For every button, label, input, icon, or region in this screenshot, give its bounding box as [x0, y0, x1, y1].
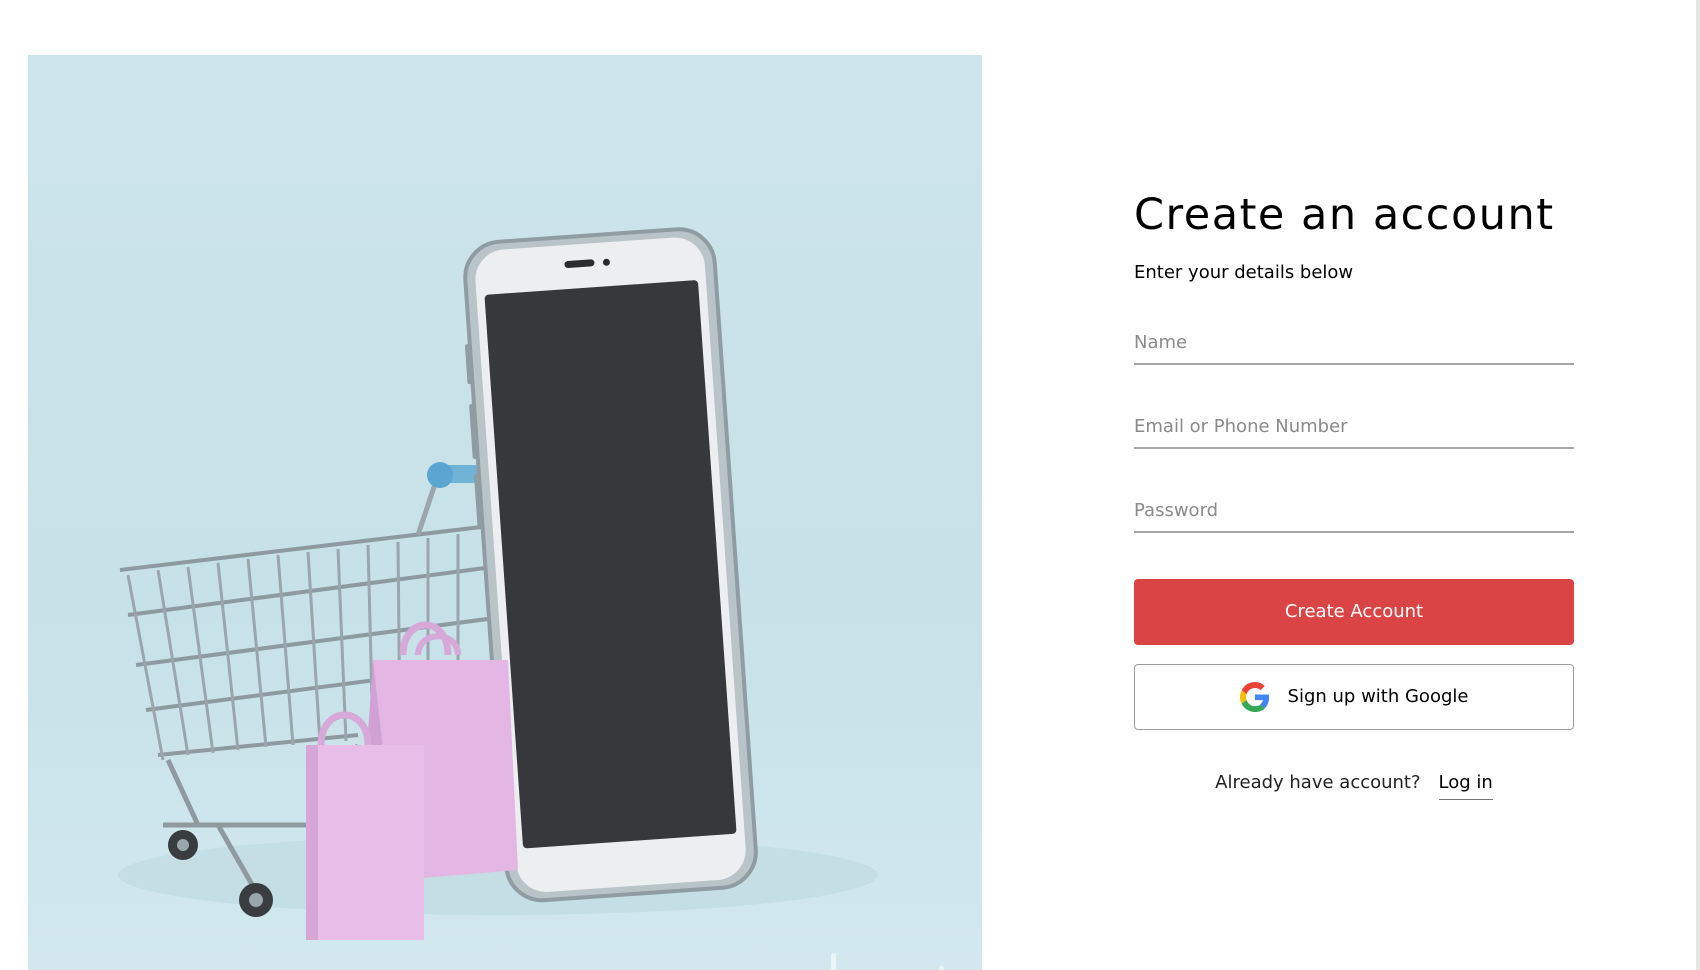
name-field	[1134, 322, 1574, 365]
hero-image: خمسات	[28, 55, 982, 970]
google-button-label: Sign up with Google	[1287, 686, 1469, 708]
signup-page: خمسات Create an account Enter your detai…	[0, 0, 1700, 970]
google-signup-button[interactable]: Sign up with Google	[1134, 663, 1574, 730]
password-field	[1134, 490, 1574, 533]
login-link[interactable]: Log in	[1438, 772, 1493, 800]
email-input[interactable]	[1134, 406, 1574, 447]
signup-form: Create an account Enter your details bel…	[1134, 190, 1574, 800]
login-prompt: Already have account?	[1215, 771, 1421, 793]
scrollbar[interactable]	[1696, 0, 1700, 970]
watermark-logo: خمسات	[773, 945, 960, 970]
login-row: Already have account? Log in	[1134, 772, 1574, 800]
phone-cart-illustration	[118, 227, 878, 940]
email-field	[1134, 406, 1574, 449]
page-subtitle: Enter your details below	[1134, 261, 1354, 283]
name-input[interactable]	[1134, 322, 1574, 363]
page-title: Create an account	[1134, 190, 1555, 240]
password-input[interactable]	[1134, 490, 1574, 531]
google-icon	[1239, 681, 1270, 712]
create-account-button[interactable]: Create Account	[1134, 578, 1574, 645]
